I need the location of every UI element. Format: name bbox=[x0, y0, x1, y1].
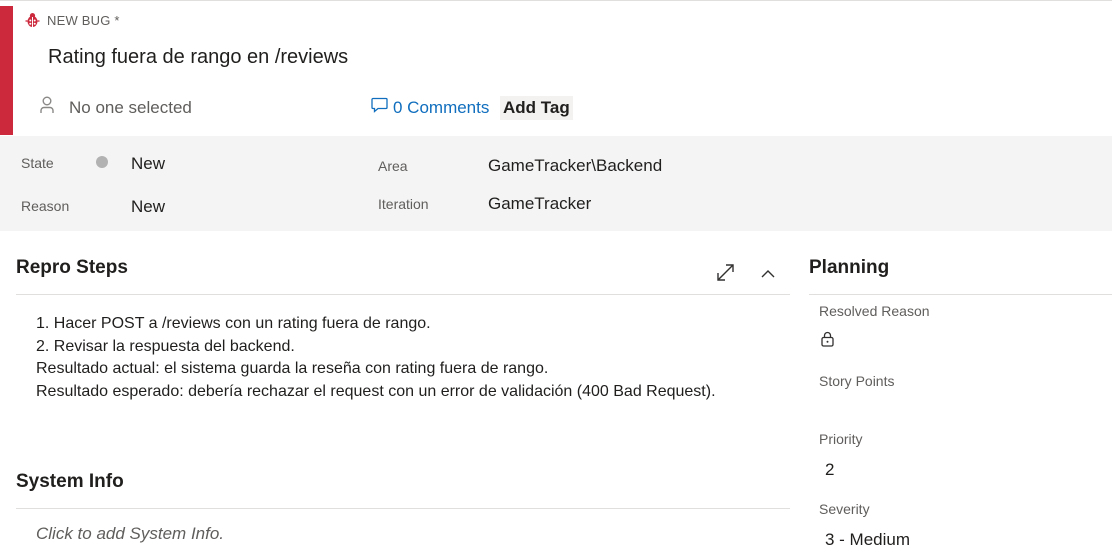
story-points-field[interactable] bbox=[819, 393, 1099, 421]
story-points-label: Story Points bbox=[819, 373, 895, 389]
severity-value[interactable]: 3 - Medium bbox=[825, 530, 910, 550]
work-item-color-bar bbox=[0, 6, 13, 135]
severity-label: Severity bbox=[819, 501, 870, 517]
expand-icon[interactable] bbox=[716, 263, 735, 287]
repro-steps-editor[interactable]: 1. Hacer POST a /reviews con un rating f… bbox=[36, 313, 716, 403]
reason-value[interactable]: New bbox=[131, 197, 165, 217]
add-tag-button[interactable]: Add Tag bbox=[500, 96, 573, 120]
state-indicator bbox=[96, 156, 108, 168]
system-info-divider bbox=[16, 508, 790, 509]
work-item-title[interactable]: Rating fuera de rango en /reviews bbox=[48, 46, 348, 69]
repro-line: Resultado esperado: debería rechazar el … bbox=[36, 382, 716, 400]
repro-line: 2. Revisar la respuesta del backend. bbox=[36, 337, 295, 355]
planning-divider bbox=[809, 294, 1112, 295]
top-border bbox=[0, 0, 1112, 6]
fields-panel bbox=[0, 136, 1112, 231]
bug-icon bbox=[25, 12, 40, 28]
state-value[interactable]: New bbox=[131, 154, 165, 174]
lock-icon bbox=[820, 331, 835, 352]
state-label: State bbox=[21, 155, 54, 171]
assigned-to-label: No one selected bbox=[69, 97, 192, 117]
resolved-reason-label: Resolved Reason bbox=[819, 303, 930, 319]
repro-line: 1. Hacer POST a /reviews con un rating f… bbox=[36, 315, 431, 332]
system-info-title: System Info bbox=[16, 471, 124, 492]
priority-label: Priority bbox=[819, 431, 863, 447]
assigned-to-field[interactable]: No one selected bbox=[39, 96, 192, 119]
comments-link[interactable]: 0 Comments bbox=[371, 97, 489, 118]
person-icon bbox=[39, 96, 55, 119]
chevron-up-icon[interactable] bbox=[760, 266, 776, 284]
comment-icon bbox=[371, 97, 388, 118]
repro-line: Resultado actual: el sistema guarda la r… bbox=[36, 360, 549, 377]
area-label: Area bbox=[378, 158, 408, 174]
priority-value[interactable]: 2 bbox=[825, 460, 834, 480]
comments-label: 0 Comments bbox=[393, 97, 490, 117]
repro-steps-divider bbox=[16, 294, 790, 295]
planning-title: Planning bbox=[809, 257, 890, 278]
area-value[interactable]: GameTracker\Backend bbox=[488, 156, 662, 176]
work-item-type-label: NEW BUG * bbox=[47, 12, 120, 28]
work-item-type: NEW BUG * bbox=[25, 12, 120, 28]
iteration-label: Iteration bbox=[378, 196, 429, 212]
iteration-value[interactable]: GameTracker bbox=[488, 194, 591, 214]
reason-label: Reason bbox=[21, 198, 70, 214]
repro-steps-title: Repro Steps bbox=[16, 257, 128, 278]
system-info-editor[interactable]: Click to add System Info. bbox=[36, 524, 224, 544]
